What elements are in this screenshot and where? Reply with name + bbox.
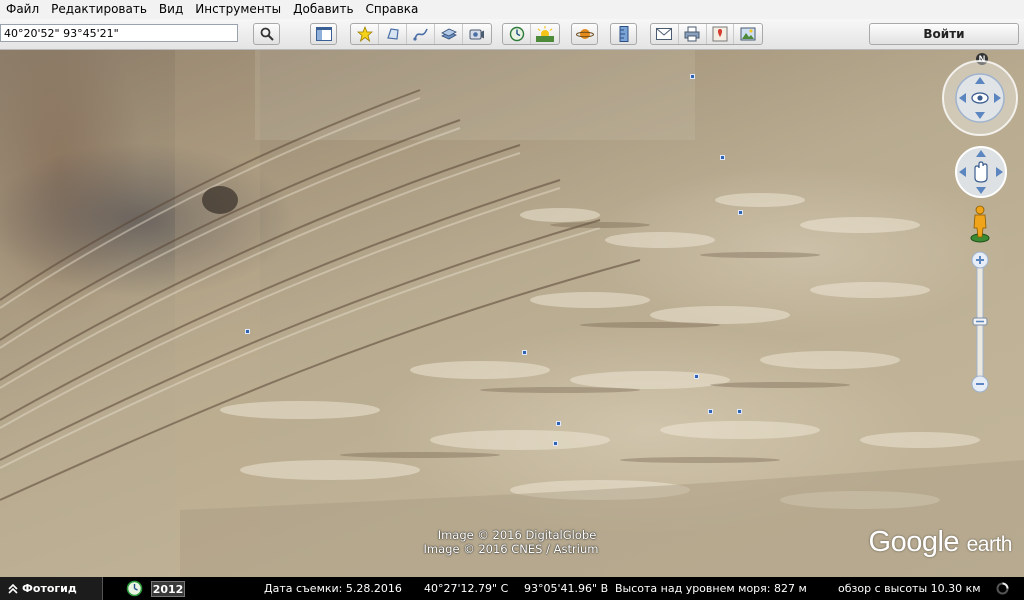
ruler-button[interactable] [610, 23, 637, 45]
elevation-readout: Высота над уровнем моря: 827 м [615, 582, 807, 595]
pegman-icon[interactable] [967, 203, 993, 243]
save-image-icon [740, 27, 756, 41]
search-button[interactable] [253, 23, 280, 45]
zoom-slider[interactable] [970, 250, 990, 395]
eye-altitude-readout: обзор с высоты 10.30 км [838, 582, 981, 595]
status-bar: Фотогид 2012 Дата съемки: 5.28.2016 40°2… [0, 577, 1024, 600]
history-sun-group [502, 23, 560, 45]
menu-tools[interactable]: Инструменты [189, 0, 287, 19]
add-tools-group [350, 23, 492, 45]
ruler-icon [619, 26, 628, 42]
photo-tour-label: Фотогид [22, 582, 77, 595]
photo-marker[interactable] [553, 441, 558, 446]
email-button[interactable] [651, 24, 679, 44]
search-input[interactable] [0, 24, 238, 42]
sidebar-toggle-button[interactable] [310, 23, 337, 45]
historical-imagery-button[interactable] [503, 24, 531, 44]
capture-date: Дата съемки: 5.28.2016 [264, 582, 402, 595]
latitude-readout: 40°27'12.79" С [424, 582, 509, 595]
move-control[interactable] [954, 145, 1008, 199]
print-button[interactable] [679, 24, 707, 44]
photo-marker[interactable] [556, 421, 561, 426]
photo-marker[interactable] [738, 210, 743, 215]
polygon-icon [386, 28, 399, 40]
zoom-in-button [971, 251, 989, 269]
menu-add[interactable]: Добавить [287, 0, 359, 19]
add-placemark-button[interactable] [351, 24, 379, 44]
share-group [650, 23, 763, 45]
map-viewport[interactable]: Image © 2016 DigitalGlobe Image © 2016 C… [0, 50, 1024, 577]
placemark-star-icon [356, 26, 373, 42]
add-overlay-button[interactable] [435, 24, 463, 44]
sidebar-icon [315, 27, 332, 41]
menu-edit[interactable]: Редактировать [45, 0, 153, 19]
photo-marker[interactable] [737, 409, 742, 414]
longitude-readout: 93°05'41.96" В [524, 582, 609, 595]
photo-marker[interactable] [708, 409, 713, 414]
loading-icon [996, 582, 1009, 595]
google-earth-logo: Google earth [868, 526, 1013, 559]
map-pin-icon [712, 26, 728, 42]
photo-marker[interactable] [245, 329, 250, 334]
toolbar: Войти [0, 19, 1024, 50]
record-tour-button[interactable] [463, 24, 491, 44]
history-clock-icon[interactable] [126, 580, 143, 597]
sun-icon [536, 26, 554, 42]
add-path-button[interactable] [407, 24, 435, 44]
look-around-control[interactable] [941, 59, 1019, 137]
photo-tour-button[interactable]: Фотогид [0, 577, 103, 600]
menu-help[interactable]: Справка [360, 0, 425, 19]
add-polygon-button[interactable] [379, 24, 407, 44]
photo-marker[interactable] [522, 350, 527, 355]
menu-bar: Файл Редактировать Вид Инструменты Добав… [0, 0, 1024, 19]
satellite-terrain [0, 50, 1024, 577]
history-year-badge[interactable]: 2012 [151, 581, 185, 597]
planet-icon [575, 29, 594, 39]
menu-view[interactable]: Вид [153, 0, 189, 19]
path-icon [412, 28, 428, 41]
image-overlay-icon [440, 28, 457, 40]
signin-button[interactable]: Войти [869, 23, 1019, 45]
photo-marker[interactable] [690, 74, 695, 79]
email-icon [656, 28, 673, 40]
photo-marker[interactable] [694, 374, 699, 379]
menu-file[interactable]: Файл [0, 0, 45, 19]
search-icon [260, 27, 274, 41]
photo-marker[interactable] [720, 155, 725, 160]
switch-to-sky-button[interactable] [571, 23, 598, 45]
clock-icon [509, 26, 524, 42]
zoom-out-button [971, 375, 989, 393]
logo-earth: earth [966, 533, 1013, 556]
logo-google: Google [868, 526, 960, 558]
view-in-maps-button[interactable] [707, 24, 735, 44]
chevron-up-icon [8, 583, 18, 594]
sunlight-button[interactable] [531, 24, 559, 44]
record-tour-icon [469, 29, 484, 40]
save-image-button[interactable] [734, 24, 762, 44]
printer-icon [684, 26, 700, 42]
